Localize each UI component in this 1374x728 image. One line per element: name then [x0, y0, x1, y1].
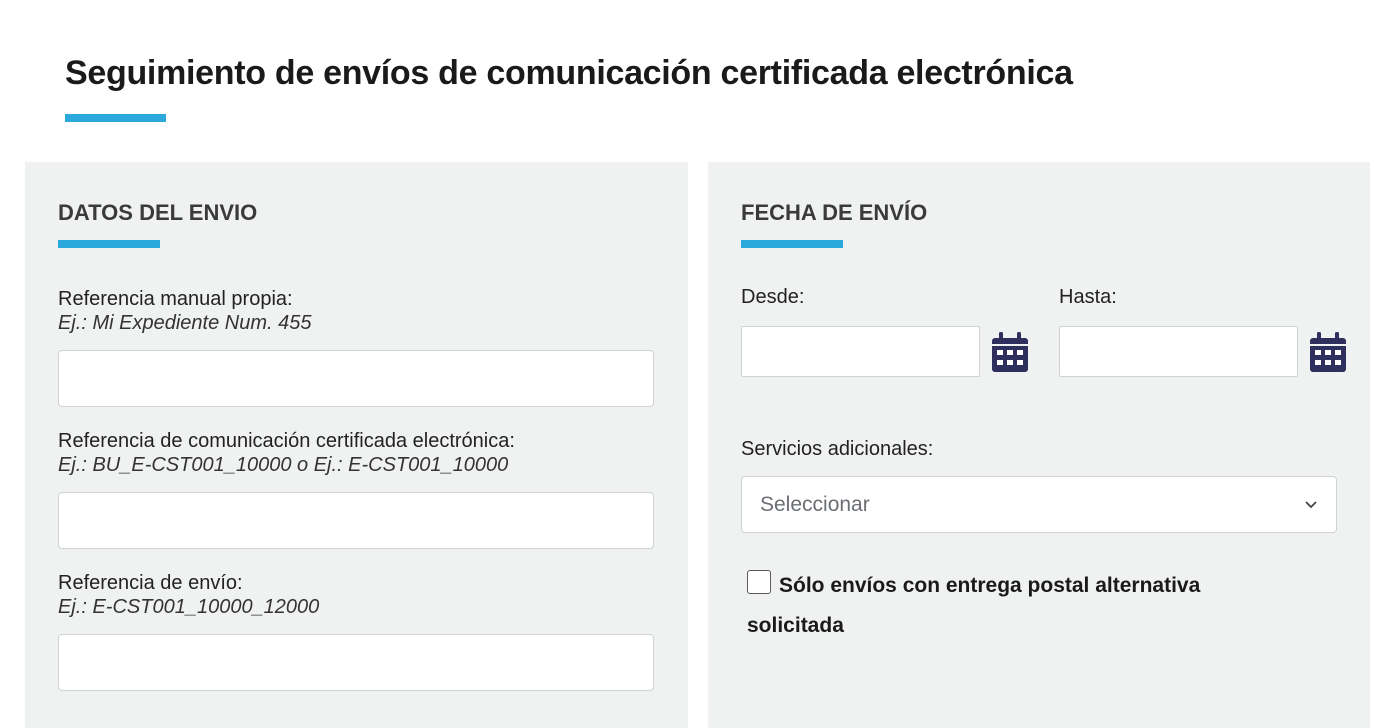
- section-underline: [741, 240, 843, 248]
- chevron-down-icon: [1305, 500, 1317, 508]
- certified-communication-reference-hint: Ej.: BU_E-CST001_10000 o Ej.: E-CST001_1…: [58, 454, 509, 476]
- manual-reference-hint: Ej.: Mi Expediente Num. 455: [58, 312, 312, 334]
- shipment-reference-label: Referencia de envío:: [58, 572, 243, 594]
- certified-communication-reference-label: Referencia de comunicación certificada e…: [58, 430, 515, 452]
- shipment-date-panel: FECHA DE ENVÍO Desde: Hasta: Servicios a…: [708, 162, 1370, 728]
- postal-delivery-checkbox-label: Sólo envíos con entrega postal alternati…: [747, 574, 1201, 637]
- shipment-reference-input[interactable]: [58, 634, 654, 691]
- date-from-input[interactable]: [741, 326, 980, 377]
- page-title-underline: [65, 114, 166, 122]
- additional-services-selected-value: Seleccionar: [760, 492, 870, 516]
- manual-reference-label: Referencia manual propia:: [58, 288, 293, 310]
- date-to-label: Hasta:: [1059, 286, 1117, 308]
- manual-reference-input[interactable]: [58, 350, 654, 407]
- additional-services-select[interactable]: Seleccionar: [741, 476, 1337, 533]
- page-title: Seguimiento de envíos de comunicación ce…: [65, 54, 1073, 92]
- section-underline: [58, 240, 160, 248]
- shipment-reference-hint: Ej.: E-CST001_10000_12000: [58, 596, 320, 618]
- date-to-input[interactable]: [1059, 326, 1298, 377]
- certified-communication-reference-input[interactable]: [58, 492, 654, 549]
- date-from-label: Desde:: [741, 286, 805, 308]
- shipment-data-panel: DATOS DEL ENVIO Referencia manual propia…: [25, 162, 688, 728]
- section-title-shipment-date: FECHA DE ENVÍO: [741, 200, 928, 225]
- postal-delivery-checkbox[interactable]: [747, 570, 771, 594]
- additional-services-label: Servicios adicionales:: [741, 438, 934, 460]
- calendar-icon[interactable]: [992, 332, 1028, 372]
- section-title-shipment-data: DATOS DEL ENVIO: [58, 200, 258, 225]
- calendar-icon[interactable]: [1310, 332, 1346, 372]
